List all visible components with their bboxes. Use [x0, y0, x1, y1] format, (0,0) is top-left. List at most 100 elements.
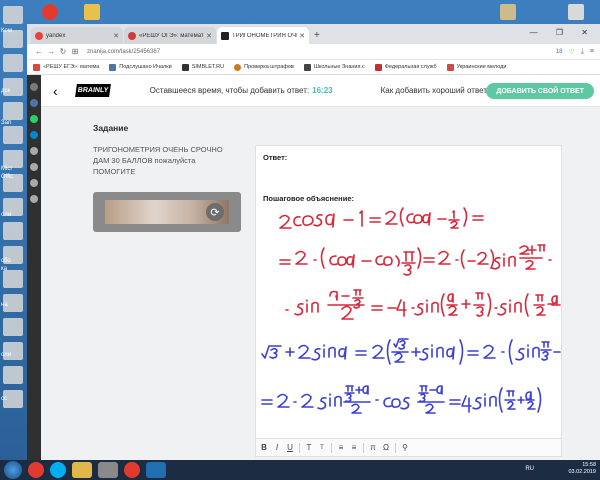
telegram-icon[interactable]: [30, 131, 38, 139]
file-icon[interactable]: [3, 222, 23, 240]
bulleted-list-button[interactable]: ≡: [337, 443, 345, 452]
rotate-icon[interactable]: ⟳: [206, 203, 224, 221]
back-arrow-icon[interactable]: ‹: [53, 83, 58, 99]
desktop-label: ка: [1, 266, 8, 272]
system-clock[interactable]: 15:58 03.02.2019: [568, 462, 596, 476]
gallery-icon[interactable]: [30, 163, 38, 171]
news-icon[interactable]: [30, 195, 38, 203]
file-icon[interactable]: [568, 4, 584, 20]
file-icon[interactable]: [3, 126, 23, 144]
extension-badge[interactable]: 18: [556, 49, 563, 55]
toolbar-divider: [363, 442, 364, 453]
tab-reshu-oge[interactable]: «РЕШУ ОГЭ»: математи ✕: [124, 27, 216, 44]
file-icon[interactable]: [3, 270, 23, 288]
address-bar: ← → ↻ ⊞ znanija.com/task/25456387 18 ♡ ⤓…: [27, 44, 600, 60]
close-icon[interactable]: ✕: [206, 32, 212, 40]
word-icon[interactable]: [146, 462, 166, 478]
toolbar-divider: [331, 442, 332, 453]
heart-icon[interactable]: ♡: [569, 48, 575, 56]
folder-icon[interactable]: [84, 4, 100, 20]
search-icon[interactable]: [30, 147, 38, 155]
tab-bar: yandex ✕ «РЕШУ ОГЭ»: математи ✕ ТРИГОНОМ…: [27, 24, 600, 44]
yandex-icon: [35, 31, 43, 40]
numbered-list-button[interactable]: ≡: [350, 443, 358, 452]
folder-icon[interactable]: [3, 54, 23, 72]
download-icon[interactable]: ⤓: [581, 48, 584, 56]
grid-icon[interactable]: ⊞: [69, 47, 81, 56]
tab-yandex[interactable]: yandex ✕: [31, 27, 123, 44]
folder-icon[interactable]: [72, 462, 92, 478]
start-icon[interactable]: [4, 461, 22, 479]
vk-icon[interactable]: [30, 99, 38, 107]
bookmark-icon: [234, 63, 242, 71]
opera-icon[interactable]: [42, 4, 58, 20]
bookmark-item[interactable]: «РЕШУ ЕГЭ»: матема: [33, 63, 100, 71]
time-remaining-value: 16:23: [312, 86, 333, 95]
close-icon[interactable]: ✕: [113, 32, 119, 40]
bold-button[interactable]: B: [260, 443, 268, 452]
window-controls[interactable]: — ❐ ✕: [530, 28, 596, 37]
bookmark-item[interactable]: Проверка штрафов: [234, 63, 294, 71]
handwritten-solution-image: [261, 207, 561, 414]
desktop-label: Offic: [1, 174, 14, 180]
bookmark-item[interactable]: Федеральная служб: [374, 63, 437, 71]
new-tab-button[interactable]: +: [314, 30, 320, 41]
desktop-label: дск: [1, 88, 11, 94]
tab-znanija[interactable]: ТРИГОНОМЕТРИЯ ОЧЕН ✕: [217, 27, 309, 44]
add-answer-button[interactable]: ДОБАВИТЬ СВОЙ ОТВЕТ: [486, 83, 594, 99]
bookmark-icon: [374, 63, 382, 71]
page-content: ‹ BRAINLY Оставшееся время, чтобы добави…: [27, 75, 600, 460]
language-indicator[interactable]: RU: [525, 466, 534, 472]
italic-button[interactable]: I: [273, 443, 281, 452]
clock-time: 15:58: [582, 462, 596, 468]
attachment-button[interactable]: ⚲: [401, 443, 409, 452]
bookmark-item[interactable]: Подслушано Ичалки: [109, 63, 172, 71]
toolbar-divider: [299, 442, 300, 453]
answer-editor[interactable]: Ответ: Пошаговое объяснение: B I U T T ≡…: [255, 145, 562, 457]
file-icon[interactable]: [3, 366, 23, 384]
desktop-label: Зап: [1, 120, 12, 126]
reload-icon[interactable]: ↻: [57, 47, 69, 56]
bookmark-item[interactable]: SIMBLET.RU: [181, 63, 224, 71]
back-icon[interactable]: ←: [33, 47, 45, 56]
underline-button[interactable]: U: [286, 443, 294, 452]
file-icon[interactable]: [3, 318, 23, 336]
desktop-icon-column: [0, 0, 26, 460]
tab-title: ТРИГОНОМЕТРИЯ ОЧЕН: [232, 32, 297, 39]
task-heading: Задание: [93, 123, 129, 133]
image-icon[interactable]: [500, 4, 516, 20]
bookmark-icon[interactable]: [30, 83, 38, 91]
answer-label: Ответ:: [263, 153, 288, 162]
znanija-icon: [221, 31, 229, 40]
opera-icon[interactable]: [124, 462, 140, 478]
computer-icon[interactable]: [3, 6, 23, 24]
bookmark-item[interactable]: Школьные Знания.c: [303, 63, 365, 71]
bookmark-icon: [446, 63, 454, 71]
close-icon[interactable]: ✕: [299, 32, 305, 40]
browser-window: yandex ✕ «РЕШУ ОГЭ»: математи ✕ ТРИГОНОМ…: [27, 24, 600, 460]
opera-icon[interactable]: [28, 462, 44, 478]
task-attachment[interactable]: ⟳: [93, 192, 241, 232]
omega-symbol-button[interactable]: Ω: [382, 443, 390, 452]
desktop-label: оли: [1, 212, 12, 218]
office-icon[interactable]: [3, 102, 23, 120]
forward-icon[interactable]: →: [45, 47, 57, 56]
skype-icon[interactable]: [50, 462, 66, 478]
pi-symbol-button[interactable]: π: [369, 443, 377, 452]
history-icon[interactable]: [30, 179, 38, 187]
heading-button[interactable]: T: [305, 443, 313, 452]
task-text: ТРИГОНОМЕТРИЯ ОЧЕНЬ СРОЧНО ДАМ 30 БАЛЛОВ…: [93, 145, 223, 176]
time-remaining-label: Оставшееся время, чтобы добавить ответ:: [149, 86, 310, 95]
reshu-icon: [128, 31, 136, 40]
address-bar-actions: 18 ♡ ⤓ ≡: [556, 48, 594, 56]
howto-link[interactable]: Как добавить хороший ответ: [381, 86, 487, 95]
menu-icon[interactable]: ≡: [590, 48, 594, 55]
desktop-label: Ком: [1, 28, 12, 34]
whatsapp-icon[interactable]: [30, 115, 38, 123]
media-icon[interactable]: [98, 462, 118, 478]
bookmark-item[interactable]: Украинские мелоди: [446, 63, 506, 71]
brainly-logo[interactable]: BRAINLY: [74, 84, 111, 97]
subheading-button[interactable]: T: [318, 445, 326, 451]
url-field[interactable]: znanija.com/task/25456387: [87, 49, 556, 55]
bookmark-label: «РЕШУ ЕГЭ»: матема: [43, 64, 100, 70]
